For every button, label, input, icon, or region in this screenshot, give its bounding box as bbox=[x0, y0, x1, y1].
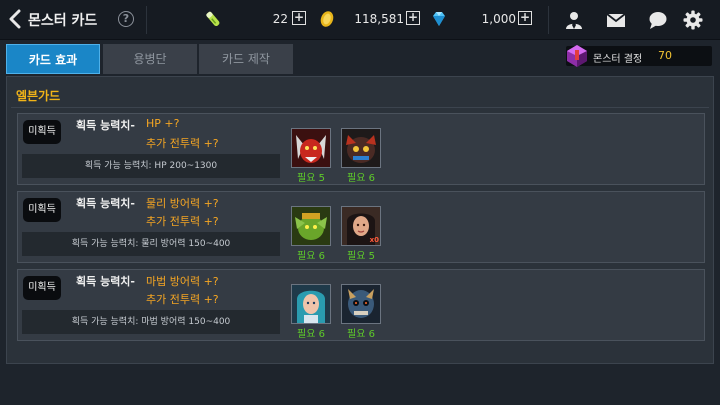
energy-potion-icon bbox=[204, 10, 222, 28]
gold-resource: 118,581 + bbox=[318, 10, 428, 28]
gain-label: 획득 능력치- bbox=[76, 119, 135, 132]
card-row[interactable]: 미획득 획득 능력치- HP +? 추가 전투력 +? 획득 가능 능력치: H… bbox=[17, 113, 705, 185]
available-stat-range: 획득 가능 능력치: 마법 방어력 150~400 bbox=[22, 310, 280, 334]
tab-card-craft[interactable]: 카드 제작 bbox=[199, 44, 293, 74]
status-badge: 미획득 bbox=[23, 198, 61, 222]
status-badge: 미획득 bbox=[23, 276, 61, 300]
required-count: 필요 5 bbox=[297, 173, 325, 184]
gain-stat: HP +? bbox=[146, 117, 180, 130]
card-row[interactable]: 미획득 획득 능력치- 마법 방어력 +? 추가 전투력 +? 획득 가능 능력… bbox=[17, 269, 705, 341]
monster-crystal-value: 70 bbox=[658, 49, 672, 62]
monster-crystal-display: 몬스터 결정 70 bbox=[566, 44, 712, 68]
diamond-resource: 1,000 + bbox=[430, 10, 534, 28]
monster-card-slot[interactable]: x0 필요 5 bbox=[341, 206, 381, 262]
dark-beast-card-icon[interactable] bbox=[341, 128, 381, 168]
monster-crystal-label: 몬스터 결정 bbox=[593, 54, 643, 65]
monster-card-slot[interactable]: 필요 6 bbox=[341, 284, 381, 340]
add-diamond-button[interactable]: + bbox=[518, 11, 532, 25]
monster-card-slot[interactable]: 필요 6 bbox=[291, 206, 331, 262]
tab-card-effect[interactable]: 카드 효과 bbox=[6, 44, 100, 74]
monster-card-slot[interactable]: 필요 6 bbox=[291, 284, 331, 340]
gain-stat: 마법 방어력 +? bbox=[146, 275, 219, 288]
dark-haired-woman-card-icon[interactable]: x0 bbox=[341, 206, 381, 246]
energy-resource: 22 + bbox=[200, 10, 310, 28]
green-goblin-card-icon[interactable] bbox=[291, 206, 331, 246]
add-gold-button[interactable]: + bbox=[406, 11, 420, 25]
settings-gear-icon[interactable] bbox=[683, 10, 703, 30]
monster-card-slot[interactable]: 필요 6 bbox=[341, 128, 381, 184]
monster-crystal-icon bbox=[566, 44, 588, 68]
section-divider bbox=[11, 107, 709, 108]
available-stat-range: 획득 가능 능력치: HP 200~1300 bbox=[22, 154, 280, 178]
section-title: 엘븐가드 bbox=[16, 89, 61, 103]
required-count: 필요 6 bbox=[347, 329, 375, 340]
back-arrow-icon[interactable] bbox=[8, 9, 22, 29]
gain-stat: 물리 방어력 +? bbox=[146, 197, 219, 210]
teal-haired-elf-card-icon[interactable] bbox=[291, 284, 331, 324]
gain-extra-power: 추가 전투력 +? bbox=[146, 137, 219, 150]
monster-card-slot[interactable]: 필요 5 bbox=[291, 128, 331, 184]
gold-coin-icon bbox=[318, 10, 336, 28]
required-count: 필요 6 bbox=[297, 329, 325, 340]
required-count: 필요 6 bbox=[297, 251, 325, 262]
gold-value: 118,581 bbox=[354, 12, 404, 26]
gain-label: 획득 능력치- bbox=[76, 197, 135, 210]
required-count: 필요 6 bbox=[347, 173, 375, 184]
add-energy-button[interactable]: + bbox=[292, 11, 306, 25]
available-stat-range: 획득 가능 능력치: 물리 방어력 150~400 bbox=[22, 232, 280, 256]
mail-icon[interactable] bbox=[606, 10, 626, 30]
red-demon-card-icon[interactable] bbox=[291, 128, 331, 168]
gain-label: 획득 능력치- bbox=[76, 275, 135, 288]
required-count: 필요 5 bbox=[347, 251, 375, 262]
friends-icon[interactable] bbox=[564, 10, 584, 30]
chat-icon[interactable] bbox=[648, 10, 668, 30]
card-row[interactable]: 미획득 획득 능력치- 물리 방어력 +? 추가 전투력 +? 획득 가능 능력… bbox=[17, 191, 705, 263]
status-badge: 미획득 bbox=[23, 120, 61, 144]
page-title: 몬스터 카드 bbox=[28, 13, 98, 29]
tab-mercenary[interactable]: 용병단 bbox=[103, 44, 197, 74]
help-button[interactable]: ? bbox=[118, 11, 134, 27]
energy-value: 22 bbox=[272, 12, 288, 26]
top-bar: 몬스터 카드 ? 22 + 118,581 + 1,000 + bbox=[0, 0, 720, 40]
bottom-area bbox=[0, 366, 720, 405]
diamond-value: 1,000 bbox=[481, 12, 516, 26]
divider bbox=[146, 6, 147, 34]
owned-count-mark: x0 bbox=[369, 236, 379, 244]
gain-extra-power: 추가 전투력 +? bbox=[146, 293, 219, 306]
card-effect-panel: 엘븐가드 미획득 획득 능력치- HP +? 추가 전투력 +? 획득 가능 능… bbox=[6, 76, 714, 364]
gain-extra-power: 추가 전투력 +? bbox=[146, 215, 219, 228]
diamond-icon bbox=[430, 10, 448, 28]
divider bbox=[548, 6, 549, 34]
blue-skull-warrior-card-icon[interactable] bbox=[341, 284, 381, 324]
